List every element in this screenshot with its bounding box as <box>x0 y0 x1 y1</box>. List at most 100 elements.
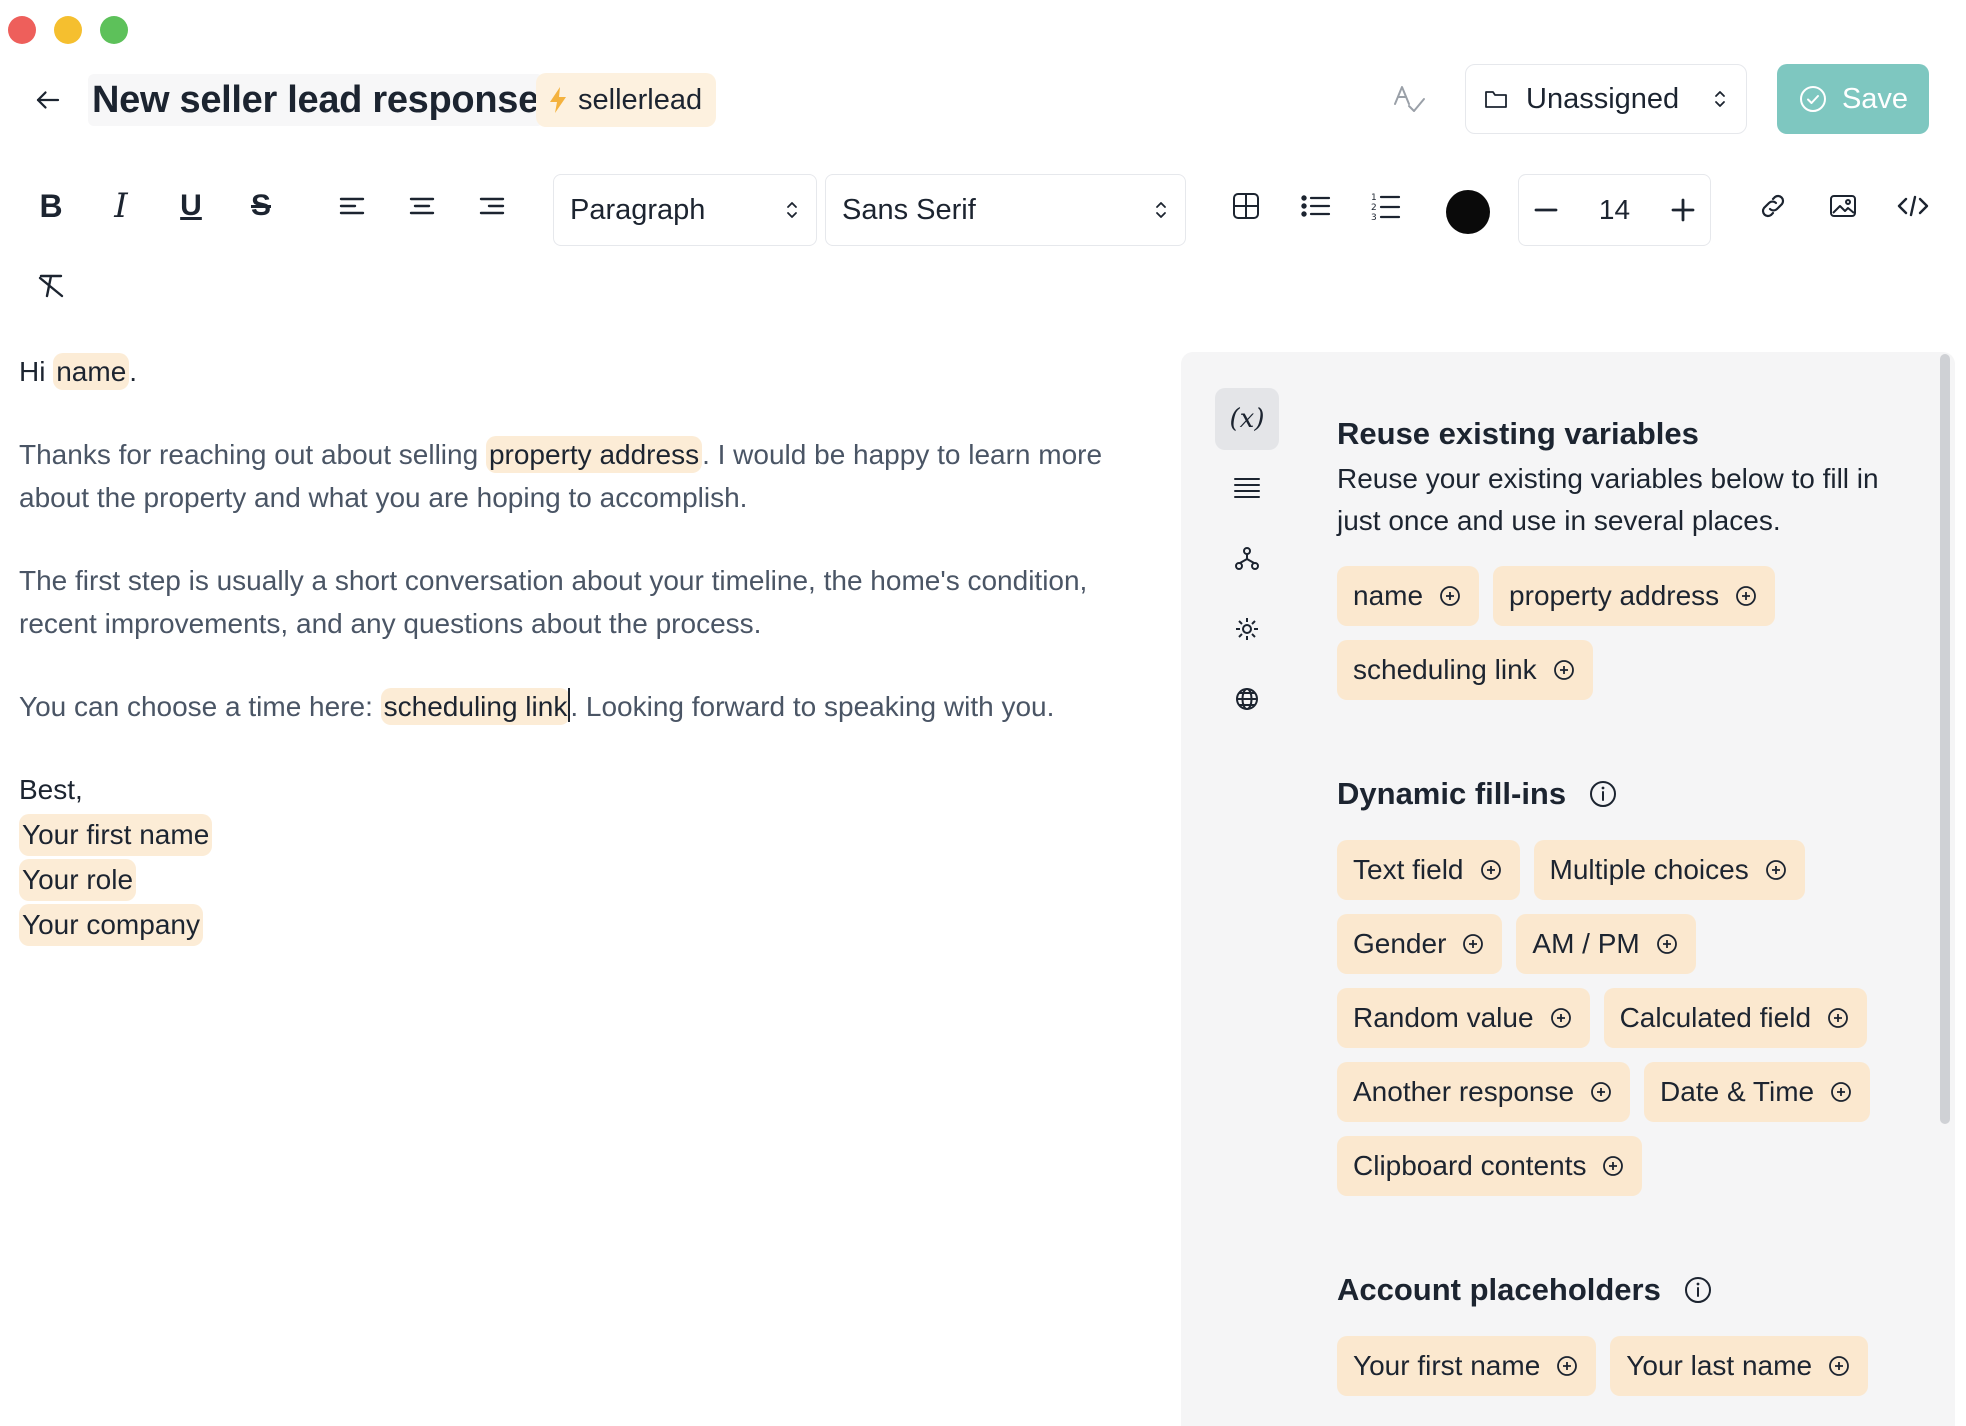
rail-variables-tab[interactable]: (x) <box>1215 388 1279 450</box>
text-color-button[interactable] <box>1446 190 1490 234</box>
signoff: Best, <box>19 774 83 805</box>
insert-variable-chip[interactable]: property address <box>1493 566 1776 626</box>
insert-variable-chip[interactable]: scheduling link <box>1337 640 1593 700</box>
lightning-icon <box>550 87 566 113</box>
bullet-list-button[interactable] <box>1288 178 1344 234</box>
plus-circle-icon <box>1829 1356 1849 1376</box>
editor-body[interactable]: Hi name. Thanks for reaching out about s… <box>19 350 1159 946</box>
insert-variable-chip[interactable]: name <box>1337 566 1480 626</box>
clear-formatting-button[interactable] <box>23 258 79 314</box>
italic-button[interactable]: I <box>93 178 149 234</box>
plus-circle-icon <box>1463 934 1484 954</box>
code-icon <box>1897 195 1929 217</box>
rail-list-tab[interactable] <box>1215 458 1279 520</box>
insert-fillin-chip[interactable]: Another response <box>1337 1062 1631 1122</box>
paragraph-text: You can choose a time here: <box>19 691 381 722</box>
align-left-button[interactable] <box>324 178 380 234</box>
close-window-button[interactable] <box>8 16 36 44</box>
link-button[interactable] <box>1745 178 1801 234</box>
chevron-updown-icon <box>1156 202 1166 218</box>
signature-line: Your first name <box>19 813 1159 856</box>
plus-circle-icon <box>1831 1082 1852 1102</box>
insert-placeholder-chip[interactable]: Your first name <box>1337 1336 1597 1396</box>
spellcheck-button[interactable] <box>1388 78 1430 120</box>
paragraph-text: . Looking forward to speaking with you. <box>570 691 1055 722</box>
rail-hierarchy-tab[interactable] <box>1215 528 1279 590</box>
chip-label: Your first name <box>1353 1350 1541 1381</box>
font-family-select[interactable]: Sans Serif <box>825 174 1186 246</box>
hierarchy-icon <box>1235 547 1259 570</box>
font-size-stepper[interactable]: 14 <box>1518 174 1711 246</box>
chip-label: Another response <box>1353 1076 1575 1107</box>
variable-chip[interactable]: property address <box>485 436 703 473</box>
code-button[interactable] <box>1885 178 1941 234</box>
block-style-value: Paragraph <box>570 193 706 226</box>
shortcut-badge[interactable]: sellerlead <box>536 73 717 127</box>
rail-settings-tab[interactable] <box>1215 598 1279 660</box>
strikethrough-button[interactable]: S <box>233 178 289 234</box>
numbered-list-button[interactable]: 123 <box>1358 178 1414 234</box>
maximize-window-button[interactable] <box>100 16 128 44</box>
chip-label: Gender <box>1353 928 1447 959</box>
align-right-button[interactable] <box>464 178 520 234</box>
image-button[interactable] <box>1815 178 1871 234</box>
paragraph-3: You can choose a time here: scheduling l… <box>19 685 1159 728</box>
account-placeholders-title: Account placeholders <box>1337 1268 1917 1312</box>
align-center-button[interactable] <box>394 178 450 234</box>
insert-placeholder-chip[interactable]: Your last name <box>1610 1336 1869 1396</box>
plus-circle-icon <box>1440 586 1460 606</box>
minimize-window-button[interactable] <box>54 16 82 44</box>
insert-fillin-chip[interactable]: Date & Time <box>1644 1062 1871 1122</box>
paragraph-text: Thanks for reaching out about selling <box>19 439 486 470</box>
font-size-value: 14 <box>1598 194 1631 225</box>
table-icon <box>1233 193 1259 219</box>
save-button-label: Save <box>1841 82 1909 115</box>
save-button[interactable]: Save <box>1777 64 1929 134</box>
dynamic-fillins-title: Dynamic fill-ins <box>1337 772 1917 816</box>
plus-circle-icon <box>1480 860 1501 880</box>
placeholder-chip[interactable]: Your role <box>19 859 137 901</box>
underline-button[interactable]: U <box>163 178 219 234</box>
insert-fillin-chip[interactable]: Random value <box>1337 988 1590 1048</box>
formatting-toolbar: B I U S Paragraph Sans Serif 123 14 <box>0 170 1966 320</box>
insert-fillin-chip[interactable]: AM / PM <box>1516 914 1696 974</box>
bold-button[interactable]: B <box>23 178 79 234</box>
reuse-variables-description: Reuse your existing variables below to f… <box>1337 463 1879 536</box>
placeholder-chip[interactable]: Your first name <box>19 814 213 856</box>
chip-label: AM / PM <box>1532 928 1640 959</box>
back-button[interactable] <box>28 80 68 120</box>
plus-circle-icon <box>1828 1008 1848 1028</box>
chip-label: Text field <box>1353 854 1464 885</box>
insert-fillin-chip[interactable]: Multiple choices <box>1533 840 1805 900</box>
image-icon <box>1830 195 1856 217</box>
variable-chip[interactable]: name <box>53 353 130 390</box>
insert-fillin-chip[interactable]: Clipboard contents <box>1337 1136 1643 1196</box>
minus-icon[interactable] <box>1533 197 1559 223</box>
plus-icon[interactable] <box>1670 197 1696 223</box>
insert-fillin-chip[interactable]: Text field <box>1337 840 1520 900</box>
variable-chip[interactable]: scheduling link <box>380 688 571 725</box>
reuse-chip-list: name property address scheduling link <box>1337 566 1917 700</box>
dynamic-chip-list: Text field Multiple choices Gender AM / … <box>1337 840 1917 1196</box>
info-icon[interactable] <box>1683 1275 1713 1305</box>
insert-fillin-chip[interactable]: Gender <box>1337 914 1503 974</box>
clear-formatting-icon <box>38 274 64 298</box>
snippet-title[interactable]: New seller lead response <box>88 74 543 126</box>
plus-circle-icon <box>1591 1082 1611 1102</box>
rail-globe-tab[interactable] <box>1215 668 1279 730</box>
insert-fillin-chip[interactable]: Calculated field <box>1603 988 1868 1048</box>
paragraph-2: The first step is usually a short conver… <box>19 565 1088 639</box>
table-button[interactable] <box>1218 178 1274 234</box>
info-icon[interactable] <box>1588 779 1618 809</box>
globe-icon <box>1236 688 1258 710</box>
chip-label: Date & Time <box>1660 1076 1815 1107</box>
svg-text:2: 2 <box>1371 203 1377 213</box>
folder-select[interactable]: Unassigned <box>1465 64 1747 134</box>
arrow-left-icon <box>36 91 60 109</box>
placeholder-chip[interactable]: Your company <box>19 904 203 946</box>
chip-label: Calculated field <box>1619 1002 1812 1033</box>
link-icon <box>1761 194 1785 218</box>
panel-scrollbar[interactable] <box>1940 354 1950 1124</box>
block-style-select[interactable]: Paragraph <box>553 174 817 246</box>
font-family-value: Sans Serif <box>842 193 976 226</box>
